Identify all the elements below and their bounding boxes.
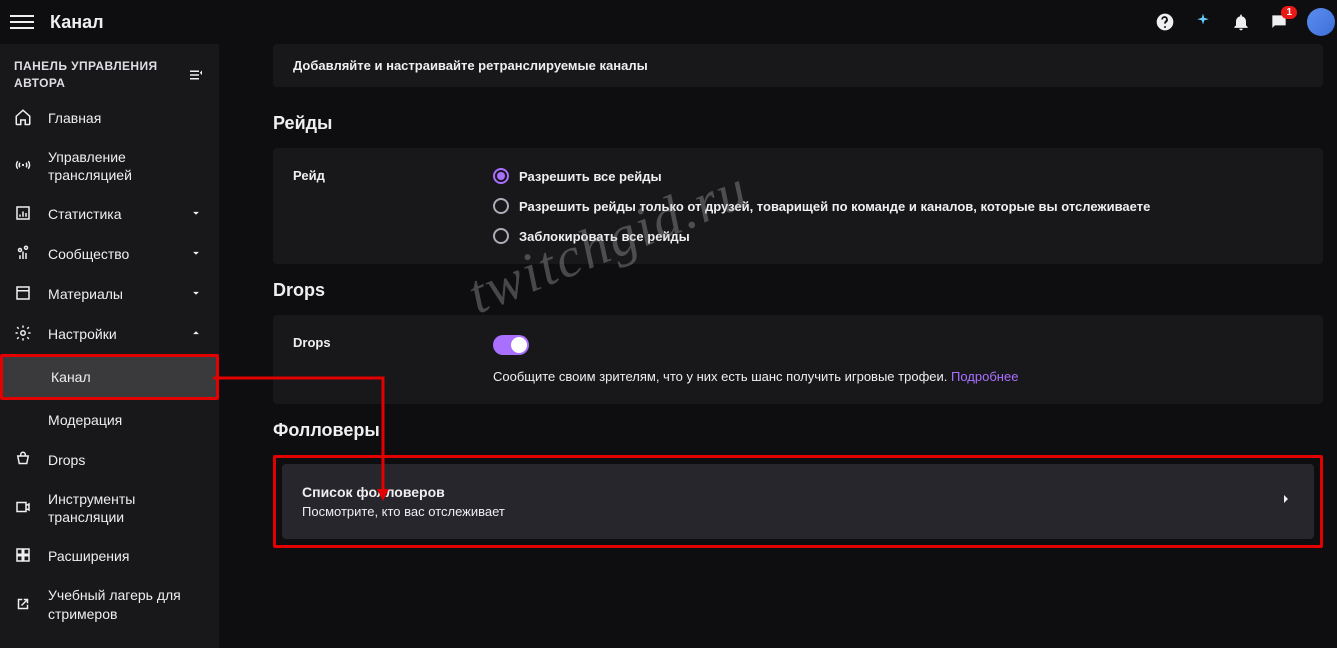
followers-list-card[interactable]: Список фолловеров Посмотрите, кто вас от…: [282, 464, 1314, 539]
retranslate-desc: Добавляйте и настраивайте ретранслируемы…: [293, 58, 1303, 73]
followers-card-desc: Посмотрите, кто вас отслеживает: [302, 504, 505, 519]
raids-setting: Рейд Разрешить все рейды Разрешить рейды…: [273, 148, 1323, 264]
sidebar: ПАНЕЛЬ УПРАВЛЕНИЯ АВТОРА Главная Управле…: [0, 44, 219, 648]
drops-more-link[interactable]: Подробнее: [951, 369, 1018, 384]
whispers-icon[interactable]: 1: [1269, 12, 1289, 32]
chevron-right-icon: [1278, 491, 1294, 512]
annotation-highlight: Список фолловеров Посмотрите, кто вас от…: [273, 455, 1323, 548]
raid-option-friends-only[interactable]: Разрешить рейды только от друзей, товари…: [493, 198, 1303, 214]
drops-toggle[interactable]: [493, 335, 529, 355]
raids-label: Рейд: [293, 168, 453, 183]
sidebar-item-label: Материалы: [48, 285, 189, 303]
chevron-up-icon: [189, 326, 205, 342]
home-icon: [14, 108, 34, 128]
page-title: Канал: [50, 12, 104, 33]
drops-setting: Drops Сообщите своим зрителям, что у них…: [273, 315, 1323, 404]
drops-desc: Сообщите своим зрителям, что у них есть …: [493, 369, 1303, 384]
drops-title: Drops: [273, 280, 1323, 301]
broadcast-icon: [14, 156, 34, 176]
sidebar-item-label: Управление трансляцией: [48, 148, 205, 184]
collapse-sidebar-icon[interactable]: [187, 66, 205, 84]
sidebar-item-materials[interactable]: Материалы: [0, 274, 219, 314]
followers-card-title: Список фолловеров: [302, 484, 505, 500]
sidebar-item-label: Учебный лагерь для стримеров: [48, 586, 205, 622]
chevron-down-icon: [189, 246, 205, 262]
drops-icon: [14, 450, 34, 470]
raids-title: Рейды: [273, 113, 1323, 134]
sidebar-item-settings[interactable]: Настройки: [0, 314, 219, 354]
sidebar-item-label: Drops: [48, 451, 205, 469]
sidebar-item-tools[interactable]: Инструменты трансляции: [0, 480, 219, 536]
radio-icon: [493, 168, 509, 184]
help-icon[interactable]: [1155, 12, 1175, 32]
chevron-down-icon: [189, 206, 205, 222]
sidebar-item-stats[interactable]: Статистика: [0, 194, 219, 234]
gear-icon: [14, 324, 34, 344]
drops-label: Drops: [293, 335, 453, 350]
main-content: Добавляйте и настраивайте ретранслируемы…: [219, 44, 1337, 648]
raid-option-block[interactable]: Заблокировать все рейды: [493, 228, 1303, 244]
extensions-icon: [14, 546, 34, 566]
community-icon: [14, 244, 34, 264]
external-icon: [14, 595, 34, 615]
sidebar-item-extensions[interactable]: Расширения: [0, 536, 219, 576]
radio-label: Заблокировать все рейды: [519, 229, 690, 244]
sidebar-item-label: Настройки: [48, 325, 189, 343]
radio-label: Разрешить рейды только от друзей, товари…: [519, 199, 1150, 214]
chevron-down-icon: [189, 286, 205, 302]
avatar[interactable]: [1307, 8, 1335, 36]
sidebar-item-label: Сообщество: [48, 245, 189, 263]
materials-icon: [14, 284, 34, 304]
sidebar-item-stream[interactable]: Управление трансляцией: [0, 138, 219, 194]
followers-title: Фолловеры: [273, 420, 1323, 441]
sidebar-subitem-moderation[interactable]: Модерация: [0, 400, 219, 440]
sidebar-heading: ПАНЕЛЬ УПРАВЛЕНИЯ АВТОРА: [14, 58, 187, 92]
radio-icon: [493, 228, 509, 244]
menu-button[interactable]: [10, 10, 34, 34]
sidebar-item-label: Главная: [48, 109, 205, 127]
sparkle-icon[interactable]: [1193, 12, 1213, 32]
retranslate-card: Добавляйте и настраивайте ретранслируемы…: [273, 44, 1323, 87]
sidebar-subitem-channel[interactable]: Канал: [3, 357, 216, 397]
radio-icon: [493, 198, 509, 214]
camera-icon: [14, 498, 34, 518]
sidebar-item-drops[interactable]: Drops: [0, 440, 219, 480]
sidebar-item-label: Статистика: [48, 205, 189, 223]
sidebar-item-label: Расширения: [48, 547, 205, 565]
sidebar-item-home[interactable]: Главная: [0, 98, 219, 138]
sidebar-item-bootcamp[interactable]: Учебный лагерь для стримеров: [0, 576, 219, 632]
whispers-badge: 1: [1281, 6, 1297, 19]
radio-label: Разрешить все рейды: [519, 169, 662, 184]
stats-icon: [14, 204, 34, 224]
notifications-icon[interactable]: [1231, 12, 1251, 32]
sidebar-item-label: Инструменты трансляции: [48, 490, 205, 526]
annotation-highlight: Канал: [0, 354, 219, 400]
sidebar-item-community[interactable]: Сообщество: [0, 234, 219, 274]
raid-option-allow-all[interactable]: Разрешить все рейды: [493, 168, 1303, 184]
